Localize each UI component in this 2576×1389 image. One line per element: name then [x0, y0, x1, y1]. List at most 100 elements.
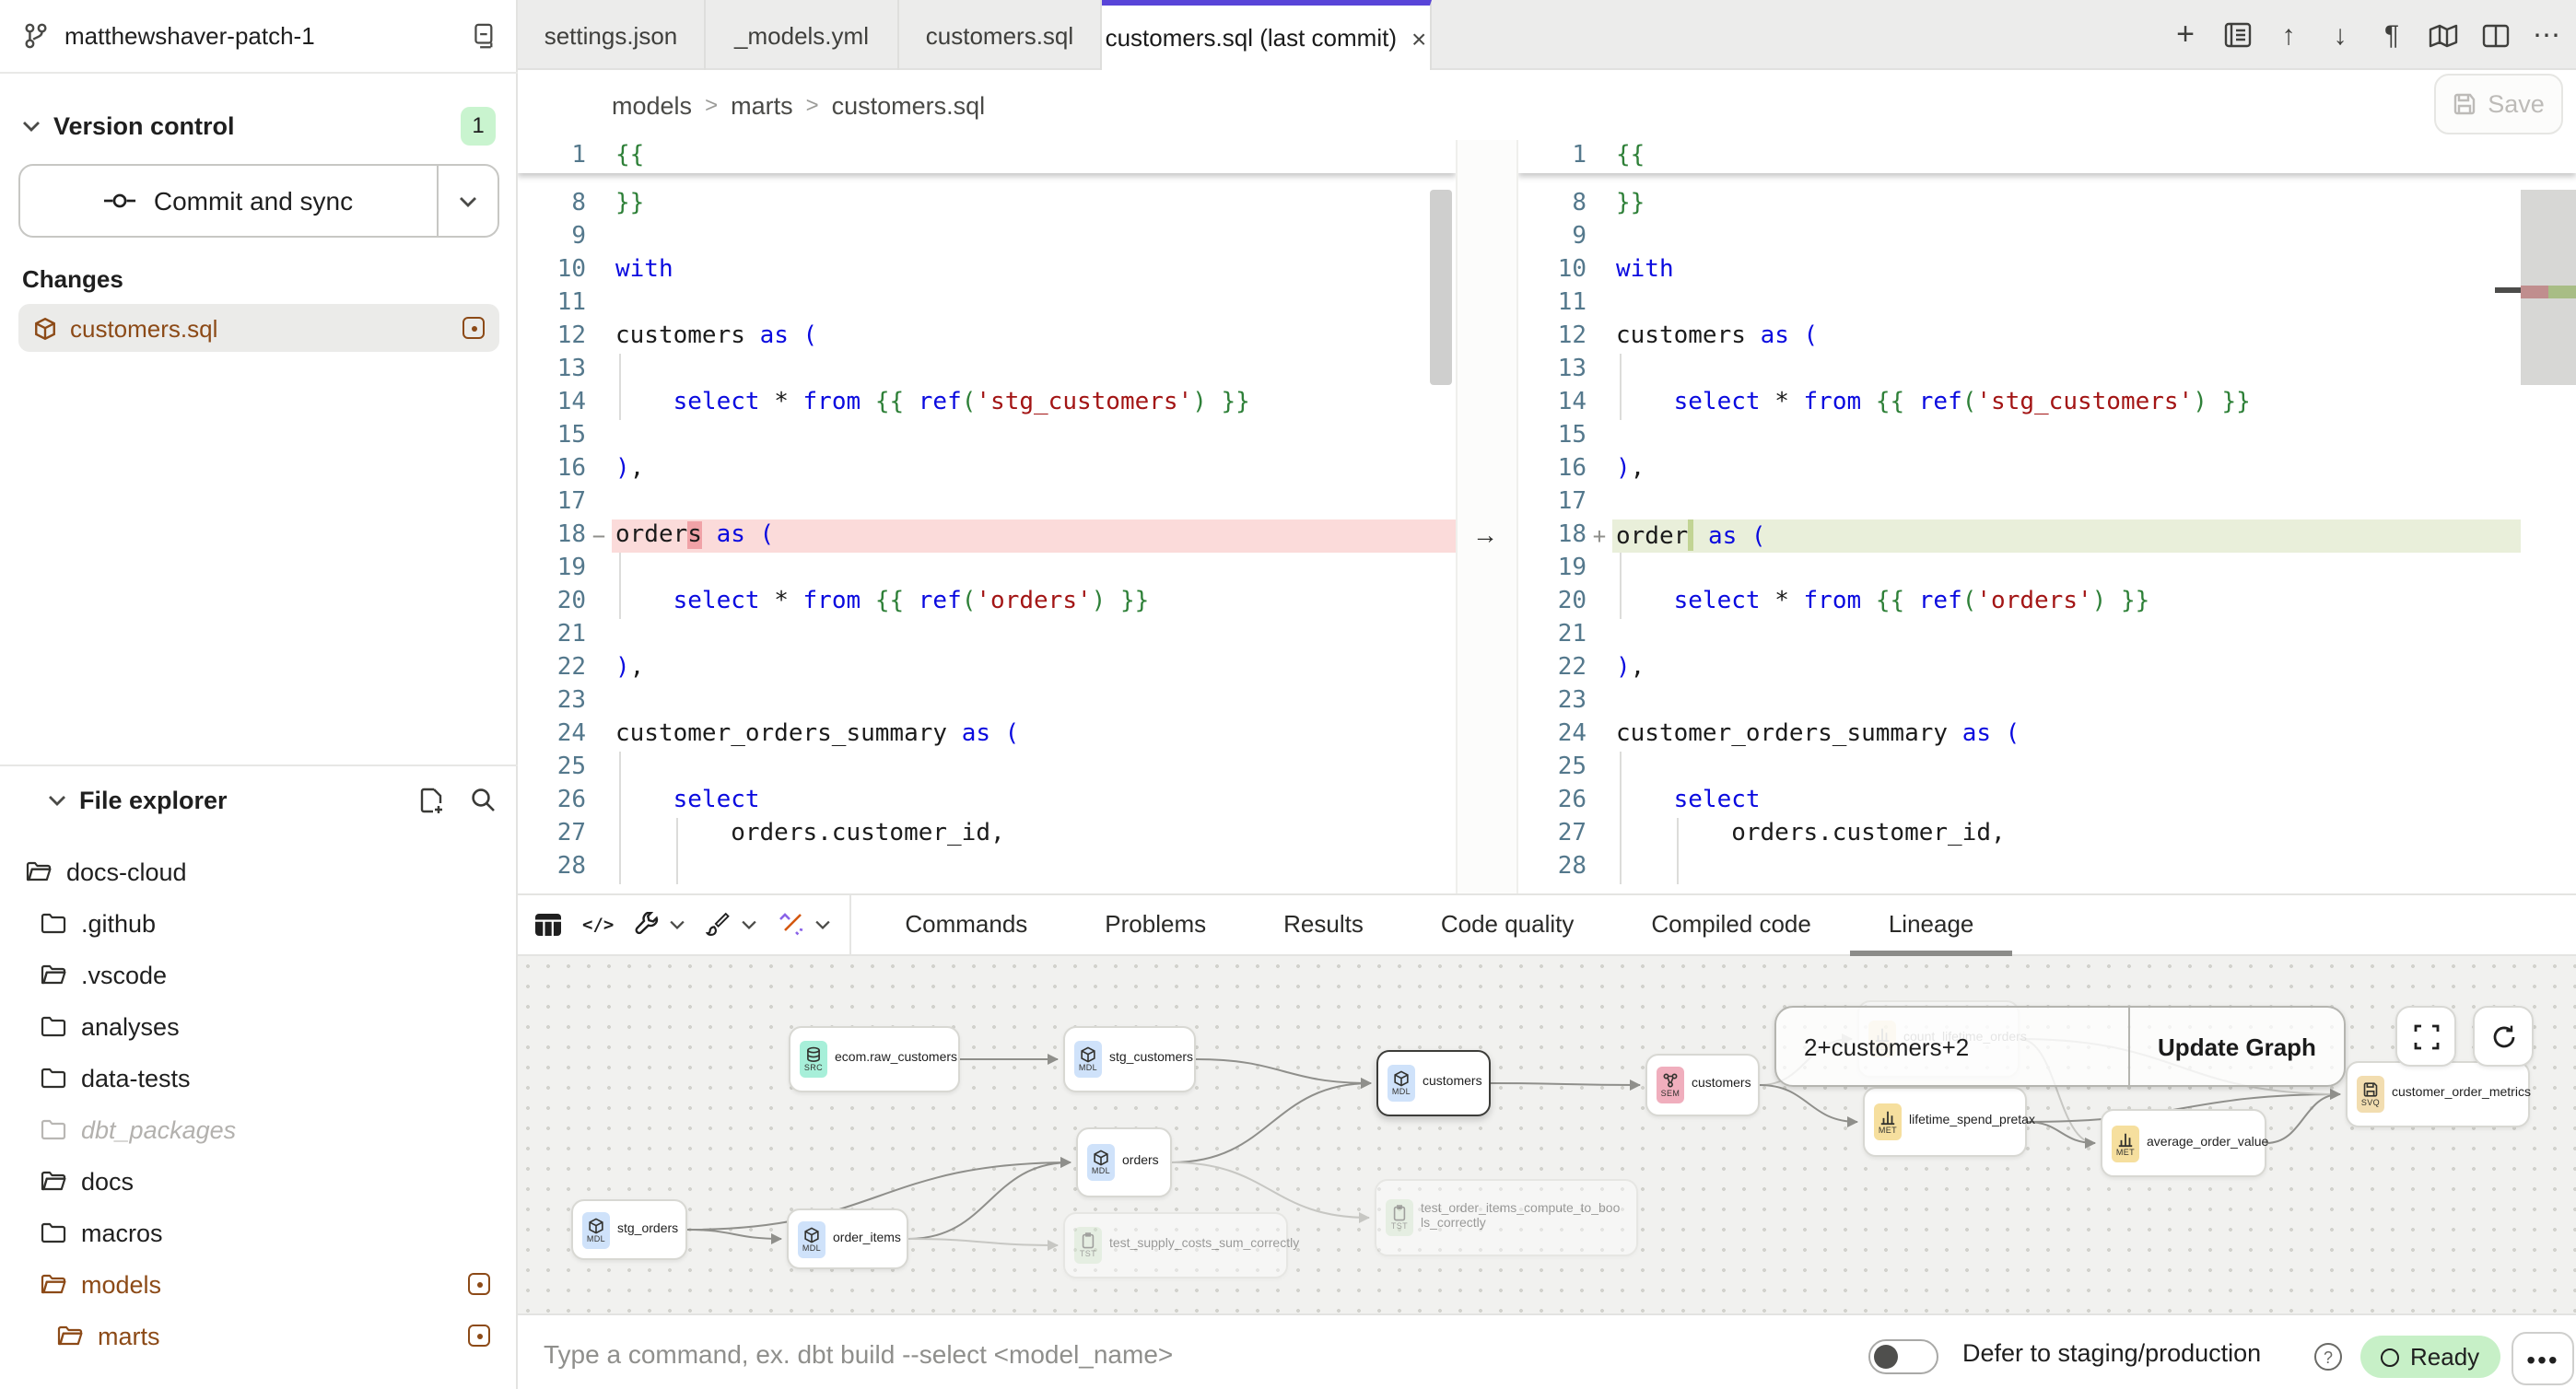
lineage-node-customers[interactable]: MDLcustomers [1376, 1050, 1491, 1116]
line-number: 14 [518, 387, 586, 420]
node-label: lifetime_spend_pretax [1909, 1115, 2035, 1129]
sidebar-item--github[interactable]: .github [0, 897, 518, 949]
indent-guide [1619, 586, 1621, 619]
lineage-node-ecom-raw-customers[interactable]: SRCecom.raw_customers [789, 1026, 960, 1092]
compiled-code-icon[interactable]: </> [582, 915, 614, 935]
lineage-node-stg-orders[interactable]: MDLstg_orders [571, 1199, 687, 1260]
tab--models-yml[interactable]: _models.yml [706, 0, 899, 70]
lineage-node-orders[interactable]: MDLorders [1076, 1127, 1172, 1197]
build-options-chevron-icon[interactable] [669, 919, 685, 930]
commit-and-sync-button[interactable]: Commit and sync [18, 164, 499, 238]
status-more-button[interactable]: ••• [2512, 1332, 2574, 1385]
update-graph-button[interactable]: Update Graph [2130, 1008, 2344, 1085]
database-icon: SRC [800, 1041, 827, 1078]
changed-file-row[interactable]: customers.sql [18, 304, 499, 352]
code-token: ref [1919, 588, 1962, 615]
lineage-node-test-order-items-compute-to-bools-correctly[interactable]: TSTtest_order_items_compute_to_bools_cor… [1375, 1179, 1638, 1256]
ide-status-badge[interactable]: Ready [2360, 1336, 2500, 1378]
panel-tab-commands[interactable]: Commands [866, 897, 1066, 956]
search-icon[interactable] [470, 787, 496, 812]
code-line-24: 24customer_orders_summary as ( [518, 718, 1456, 752]
diff-pane-original[interactable]: 1{{8}}910with1112customers as (1314 sele… [518, 140, 1456, 893]
commit-and-sync-main[interactable]: Commit and sync [20, 166, 437, 236]
code-line-12: 12customers as ( [1518, 321, 2576, 354]
lineage-selector-input[interactable]: 2+customers+2 [1776, 1008, 2128, 1085]
lineage-edge [1172, 1162, 1369, 1218]
lineage-node-test-supply-costs-sum-correctly[interactable]: TSTtest_supply_costs_sum_correctly [1063, 1212, 1288, 1278]
tab-customers-sql-last-commit-[interactable]: customers.sql (last commit)× [1102, 0, 1432, 70]
new-file-icon[interactable] [418, 786, 444, 813]
fullscreen-button[interactable] [2395, 1006, 2456, 1067]
help-icon[interactable]: ? [2314, 1343, 2342, 1371]
panel-tab-problems[interactable]: Problems [1066, 897, 1245, 956]
diff-sign: − [586, 519, 612, 553]
lineage-canvas[interactable]: SRCecom.raw_customers MDLstg_customers MDL… [518, 956, 2576, 1313]
results-table-icon[interactable] [534, 912, 562, 938]
node-label: order_items [833, 1231, 901, 1246]
file-explorer-section-header[interactable]: File explorer [0, 776, 518, 823]
build-wrench-icon[interactable] [634, 912, 660, 938]
code-token: as ( [1708, 523, 1766, 551]
left-pane-scrollbar[interactable] [1430, 190, 1452, 385]
lineage-node-order-items[interactable]: MDLorder_items [787, 1208, 908, 1269]
panel-tab-compiled-code[interactable]: Compiled code [1612, 897, 1849, 956]
copy-branch-icon[interactable] [468, 22, 496, 50]
sidebar-item-analyses[interactable]: analyses [0, 1000, 518, 1052]
code-line-15: 15 [1518, 420, 2576, 453]
sidebar-item-docs-cloud[interactable]: docs-cloud [0, 846, 518, 897]
panel-tab-lineage[interactable]: Lineage [1850, 897, 2013, 956]
command-input[interactable]: Type a command, ex. dbt build --select <… [518, 1315, 1833, 1389]
ai-fix-wand-icon[interactable] [778, 912, 805, 938]
refresh-graph-button[interactable] [2473, 1006, 2534, 1067]
arrow-up-icon[interactable]: ↑ [2274, 20, 2303, 50]
code-line-16: 16), [518, 453, 1456, 486]
sidebar-item-dbt-packages[interactable]: dbt_packages [0, 1103, 518, 1155]
code-text: select [612, 785, 1456, 818]
commit-options-caret[interactable] [437, 166, 498, 236]
code-text [1612, 486, 2521, 519]
lineage-node-lifetime-spend-pretax[interactable]: METlifetime_spend_pretax [1863, 1087, 2027, 1157]
code-token [615, 588, 673, 615]
format-brush-icon[interactable] [706, 912, 732, 938]
revert-change-arrow-icon[interactable]: → [1472, 521, 1498, 547]
sidebar-item-docs[interactable]: docs [0, 1155, 518, 1207]
sidebar-item-marts[interactable]: marts [0, 1310, 518, 1361]
line-number: 9 [518, 221, 586, 254]
folder-label: analyses [81, 1012, 518, 1040]
node-label: average_order_value [2147, 1136, 2268, 1150]
sidebar-item-models[interactable]: models [0, 1258, 518, 1310]
lineage-node-stg-customers[interactable]: MDLstg_customers [1063, 1026, 1196, 1092]
lineage-node-customer-order-metrics[interactable]: SVQcustomer_order_metrics [2346, 1061, 2530, 1127]
lineage-node-average-order-value[interactable]: METaverage_order_value [2101, 1109, 2266, 1177]
pilcrow-icon[interactable]: ¶ [2377, 20, 2406, 50]
more-options-icon[interactable]: ⋯ [2532, 20, 2561, 50]
code-token: order [1616, 523, 1688, 551]
sidebar-item-data-tests[interactable]: data-tests [0, 1052, 518, 1103]
split-editor-icon[interactable] [2480, 20, 2510, 50]
branch-name: matthewshaver-patch-1 [64, 22, 468, 50]
new-tab-plus-icon[interactable]: + [2171, 20, 2200, 50]
arrow-down-icon[interactable]: ↓ [2325, 20, 2355, 50]
indent-guide [618, 553, 620, 586]
tab-customers-sql[interactable]: customers.sql [899, 0, 1102, 70]
panel-tab-results[interactable]: Results [1245, 897, 1402, 956]
version-control-section-header[interactable]: Version control 1 [0, 103, 518, 147]
ai-fix-options-chevron-icon[interactable] [814, 919, 831, 930]
format-options-chevron-icon[interactable] [741, 919, 757, 930]
sidebar-item-macros[interactable]: macros [0, 1207, 518, 1258]
lineage-node-customers[interactable]: SEMcustomers [1645, 1054, 1760, 1116]
save-button[interactable]: Save [2434, 74, 2563, 134]
outline-icon[interactable] [2222, 20, 2252, 50]
semantic-graph-icon: SEM [1657, 1067, 1684, 1103]
defer-toggle[interactable] [1868, 1339, 1938, 1374]
code-token: select [1674, 787, 1761, 814]
sidebar-item--vscode[interactable]: .vscode [0, 949, 518, 1000]
diff-pane-modified[interactable]: 1{{8}}910with1112customers as (1314 sele… [1518, 140, 2576, 893]
map-icon[interactable] [2429, 20, 2458, 50]
code-token: orders.customer_id, [1616, 820, 2006, 847]
diff-sign [586, 254, 612, 287]
code-line-10: 10with [518, 254, 1456, 287]
tab-settings-json[interactable]: settings.json [518, 0, 706, 70]
close-tab-icon[interactable]: × [1411, 23, 1426, 53]
panel-tab-code-quality[interactable]: Code quality [1402, 897, 1613, 956]
